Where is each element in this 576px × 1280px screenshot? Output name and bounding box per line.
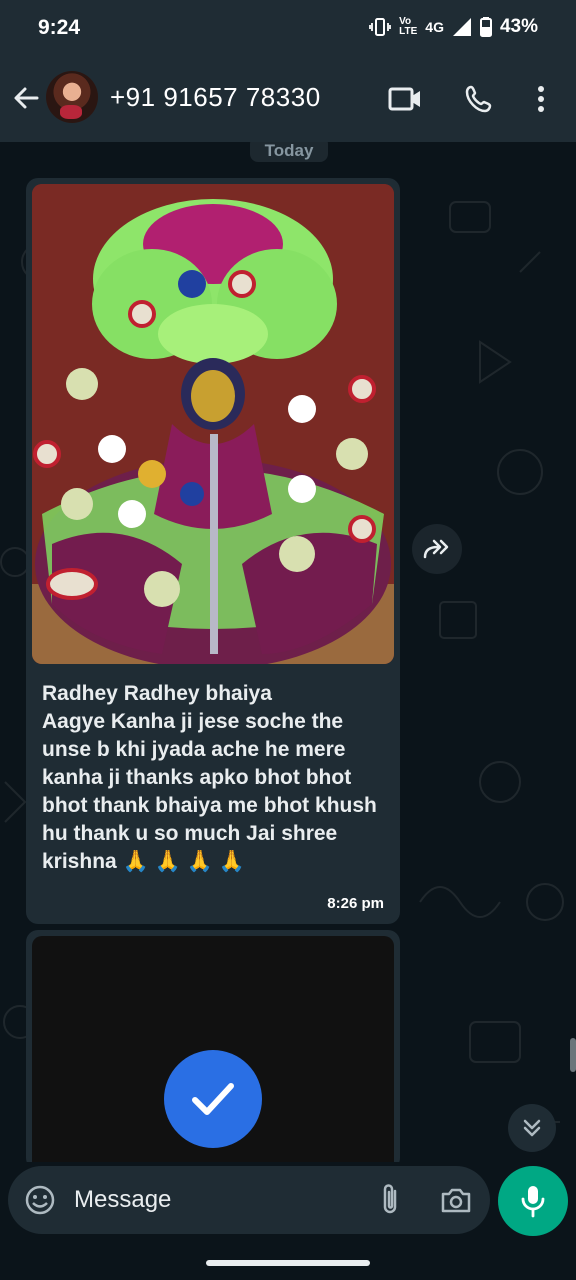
scroll-to-bottom-button[interactable]: [508, 1104, 556, 1152]
attach-button[interactable]: [372, 1182, 408, 1218]
more-options-button[interactable]: [522, 80, 560, 118]
phone-icon: [465, 85, 492, 113]
camera-button[interactable]: [438, 1182, 474, 1218]
mic-icon: [521, 1186, 545, 1218]
status-time: 9:24: [38, 16, 81, 39]
system-nav-bar: [0, 1240, 576, 1280]
avatar-detail: [60, 105, 82, 119]
video-call-button[interactable]: [386, 80, 424, 118]
attach-icon: [383, 1184, 397, 1214]
message-caption: Radhey Radhey bhaiya Aagye Kanha ji jese…: [42, 682, 377, 873]
message-time: 8:26 pm: [327, 895, 384, 912]
status-bar: 9:24 Vo LTE 4G 43%: [0, 0, 576, 56]
battery-level: 43%: [499, 16, 538, 37]
selected-check-button[interactable]: [164, 1050, 262, 1148]
message-photo[interactable]: [32, 184, 394, 664]
krishna-idol-photo: [32, 184, 394, 664]
image-message-bubble[interactable]: Radhey Radhey bhaiya Aagye Kanha ji jese…: [26, 178, 400, 924]
network-type: 4G: [425, 19, 444, 35]
vibrate-icon: [369, 18, 392, 36]
status-icons: Vo LTE 4G 43%: [369, 16, 538, 38]
message-composer: [8, 1166, 490, 1234]
contact-name[interactable]: +91 91657 78330: [110, 82, 321, 113]
forward-button[interactable]: [412, 524, 462, 574]
date-chip: Today: [250, 142, 328, 162]
battery-icon: [479, 17, 492, 37]
chat-header: +91 91657 78330: [0, 56, 576, 142]
avatar[interactable]: [46, 71, 98, 123]
camera-icon: [441, 1188, 471, 1213]
double-chevron-down-icon: [523, 1119, 541, 1137]
video-call-icon: [388, 87, 420, 111]
more-vert-icon: [538, 86, 544, 112]
back-button[interactable]: [8, 80, 44, 116]
checkmark-icon: [192, 1083, 234, 1115]
chat-area[interactable]: Today Radhey Radhey bhaiya Aagye Kanha j…: [0, 142, 576, 1162]
message-input[interactable]: [74, 1180, 364, 1220]
scrollbar-thumb[interactable]: [570, 1038, 576, 1072]
emoji-button[interactable]: [22, 1182, 58, 1218]
home-indicator[interactable]: [206, 1260, 370, 1266]
forward-icon: [423, 539, 449, 559]
signal-icon: [452, 18, 471, 36]
voice-message-button[interactable]: [498, 1166, 568, 1236]
voice-call-button[interactable]: [460, 80, 498, 118]
emoji-icon: [25, 1185, 55, 1215]
volte-label: Vo LTE: [399, 16, 418, 37]
back-arrow-icon: [14, 87, 39, 109]
